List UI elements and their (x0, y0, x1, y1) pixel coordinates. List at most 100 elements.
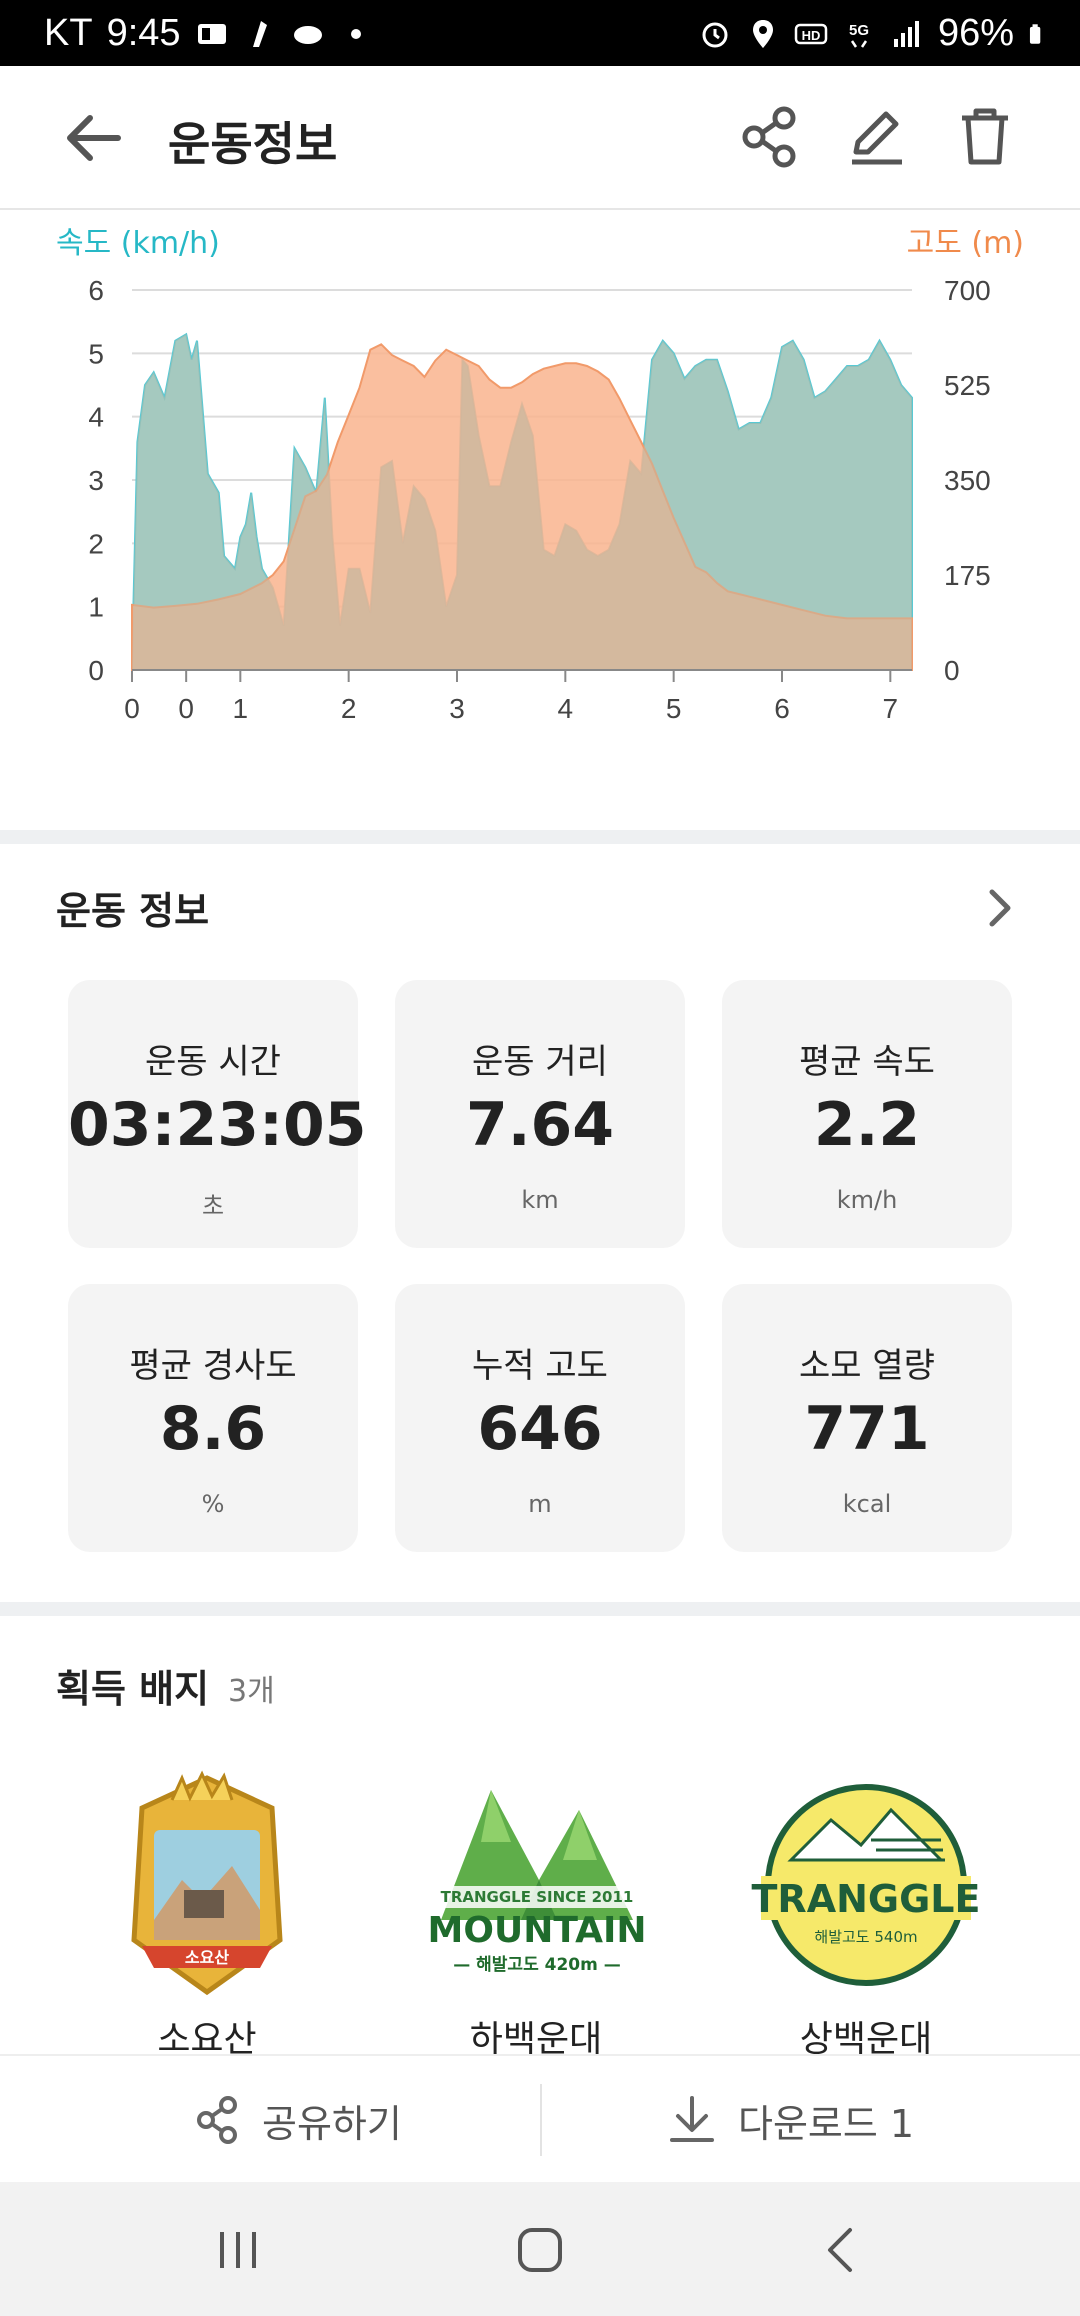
stat-unit: kcal (842, 1490, 892, 1518)
stat-value: 2.2 (813, 1090, 921, 1160)
stat-card-distance: 운동 거리 7.64 km (395, 980, 685, 1248)
stat-label: 누적 고도 (472, 1346, 608, 1386)
download-button[interactable]: 다운로드 1 (666, 2056, 914, 2184)
app-bar: 운동정보 (0, 66, 1080, 210)
emblem-main: MOUNTAIN (428, 1910, 647, 1951)
y-left-tick-label: 0 (88, 655, 104, 686)
page-title: 운동정보 (168, 117, 338, 171)
stat-card-calories: 소모 열량 771 kcal (722, 1284, 1012, 1552)
stat-value: 7.64 (465, 1090, 615, 1160)
speed-axis-title: 속도 (km/h) (56, 226, 220, 261)
stat-value: 646 (477, 1394, 603, 1464)
stat-value: 03:23:05 (68, 1090, 367, 1160)
stat-card-elevation-gain: 누적 고도 646 m (395, 1284, 685, 1552)
stat-card-duration: 운동 시간 03:23:05 초 (68, 980, 367, 1248)
share-label: 공유하기 (262, 2101, 402, 2146)
recent-apps-icon[interactable] (208, 2220, 268, 2280)
download-label: 다운로드 1 (738, 2101, 915, 2146)
battery-percent: 96% (937, 12, 1014, 54)
x-tick-label: 5 (666, 693, 682, 724)
notification-cloud-icon (293, 25, 322, 44)
y-left-tick-label: 2 (88, 528, 104, 559)
y-right-tick-label: 350 (944, 465, 991, 496)
chevron-right-icon[interactable] (976, 880, 1024, 936)
stat-unit: 초 (201, 1192, 225, 1220)
emblem-sub: 해발고도 540m (814, 1928, 917, 1946)
download-icon (670, 2096, 714, 2142)
signal-icon (893, 20, 919, 47)
y-right-tick-label: 525 (944, 370, 991, 401)
stat-label: 운동 거리 (472, 1042, 608, 1082)
stat-card-avg-slope: 평균 경사도 8.6 % (68, 1284, 358, 1552)
speed-altitude-chart: 654321070052535017500 0 1 2 3 4 5 6 7 (88, 275, 991, 724)
stat-unit: % (201, 1490, 225, 1518)
emblem-main: TRANGGLE (752, 1877, 981, 1921)
stat-unit: m (528, 1490, 552, 1518)
altitude-axis-title: 고도 (m) (906, 226, 1024, 261)
x-tick-label: 2 (341, 693, 357, 724)
stat-value: 771 (804, 1394, 930, 1464)
chart-section: 속도 (km/h) 고도 (m) 6 5 4 3 2 1 0 700 525 350 175 0 0 0 1… (0, 210, 1080, 830)
stat-label: 평균 속도 (799, 1042, 935, 1082)
emblem-text: 소요산 (185, 1948, 229, 1967)
section-divider (0, 1602, 1080, 1616)
status-right: HD 5G 96% (698, 12, 1050, 55)
svg-text:5G: 5G (849, 22, 869, 39)
y-left-tick-label: 4 (88, 402, 104, 433)
status-bar: KT 9:45 HD 5G 96% (0, 0, 1080, 66)
svg-text:HD: HD (802, 28, 821, 43)
soyosan-badge-emblem: 소요산 (131, 1770, 283, 1996)
action-divider (540, 2084, 542, 2156)
bottom-action-bar: 공유하기 다운로드 1 (0, 2054, 1080, 2184)
notification-dot-icon (350, 28, 361, 39)
y-right-tick-label: 700 (944, 275, 991, 306)
share-button[interactable]: 공유하기 (194, 2056, 402, 2184)
x-tick-label: 0 (124, 693, 140, 724)
x-tick-label: 0 (178, 693, 194, 724)
stat-label: 평균 경사도 (129, 1346, 297, 1386)
badges-count: 3개 (228, 1674, 275, 1709)
share-icon (197, 2096, 237, 2144)
hd-voice-icon: HD (794, 23, 828, 44)
y-left-tick-label: 5 (88, 338, 104, 369)
y-right-tick-label: 175 (944, 560, 991, 591)
y-left-tick-label: 1 (88, 592, 104, 623)
battery-icon (1029, 23, 1041, 44)
notification-app-icon (197, 23, 226, 44)
x-tick-label: 6 (774, 693, 790, 724)
5g-icon: 5G (849, 22, 869, 48)
back-nav-icon[interactable] (812, 2220, 872, 2280)
edit-icon[interactable] (842, 102, 912, 172)
status-left: KT 9:45 (44, 12, 373, 55)
notification-hiker-icon (252, 20, 267, 47)
trangle-badge-emblem: TRANGGLE 해발고도 540m (752, 1784, 981, 1986)
system-nav-bar (0, 2182, 1080, 2316)
stat-label: 운동 시간 (145, 1042, 281, 1082)
share-icon[interactable] (736, 102, 806, 172)
x-tick-label: 4 (558, 693, 574, 724)
badges-section-title: 획득 배지 (56, 1667, 210, 1711)
clock: 9:45 (106, 12, 181, 54)
badge-item[interactable]: TRANGGLE 해발고도 540m 상백운대 (726, 1770, 1006, 2060)
carrier-label: KT (44, 12, 93, 54)
badge-item[interactable]: TRANGGLE SINCE 2011 MOUNTAIN — 해발고도 420m… (396, 1770, 676, 2060)
y-left-tick-label: 3 (88, 465, 104, 496)
x-tick-label: 1 (233, 693, 249, 724)
alarm-icon (702, 22, 728, 47)
stat-card-avg-speed: 평균 속도 2.2 km/h (722, 980, 1012, 1248)
section-divider (0, 830, 1080, 844)
stat-value: 8.6 (159, 1394, 267, 1464)
x-tick-label: 7 (883, 693, 899, 724)
info-section-title: 운동 정보 (56, 889, 210, 933)
emblem-text: TRANGGLE SINCE 2011 (441, 1888, 634, 1906)
mountain-badge-emblem: TRANGGLE SINCE 2011 MOUNTAIN — 해발고도 420m… (428, 1790, 647, 1975)
badge-item[interactable]: 소요산 소요산 (67, 1770, 347, 2060)
delete-icon[interactable] (950, 102, 1020, 172)
location-icon (752, 19, 773, 48)
x-tick-label: 3 (449, 693, 465, 724)
back-arrow-icon[interactable] (58, 106, 130, 170)
emblem-sub: — 해발고도 420m — (453, 1955, 621, 1975)
stat-unit: km (521, 1186, 559, 1214)
y-left-tick-label: 6 (88, 275, 104, 306)
home-icon[interactable] (510, 2220, 570, 2280)
